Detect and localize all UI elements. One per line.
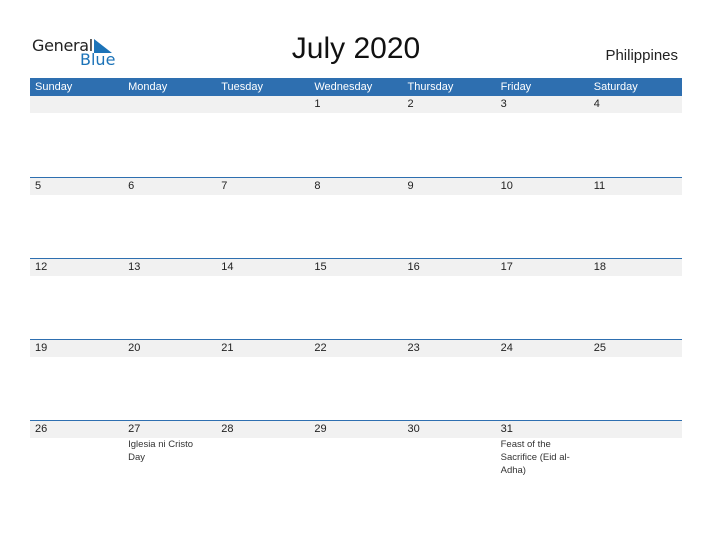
holiday-label: Iglesia ni Cristo Day	[128, 439, 194, 463]
day-number: 4	[593, 98, 600, 110]
weekday-wednesday: Wednesday	[314, 81, 373, 93]
day-number: 26	[35, 423, 48, 435]
day-cell: 29	[309, 421, 402, 477]
day-cell	[30, 96, 123, 113]
day-cell: 24	[496, 340, 589, 357]
day-cell: 30	[403, 421, 496, 477]
day-cells: 26 27 Iglesia ni Cristo Day 28 29 30 31 Feast o…	[30, 421, 682, 477]
day-number: 9	[407, 180, 414, 192]
day-cell: 21	[216, 340, 309, 357]
weekday-sunday: Sunday	[35, 81, 73, 93]
day-cell: 18	[589, 259, 682, 276]
day-cell	[123, 96, 216, 113]
day-number: 11	[593, 180, 606, 192]
day-number	[128, 96, 216, 113]
week-row: 26 27 Iglesia ni Cristo Day 28 29 30 31 Feast o…	[30, 420, 682, 501]
day-number: 5	[35, 180, 42, 192]
day-cell: 17	[496, 259, 589, 276]
day-number: 1	[314, 98, 321, 110]
day-cell: 13	[123, 259, 216, 276]
weekday-friday: Friday	[500, 81, 532, 93]
day-cell: 16	[403, 259, 496, 276]
day-number: 14	[221, 261, 234, 273]
day-number	[35, 96, 123, 113]
day-number: 21	[221, 342, 234, 354]
day-cell: 9	[403, 178, 496, 195]
day-number: 23	[407, 342, 420, 354]
day-number	[221, 96, 309, 113]
day-number: 31	[500, 423, 513, 435]
day-number	[594, 421, 682, 438]
weekday-header: Sunday Monday Tuesday Wednesday Thursday…	[30, 78, 682, 96]
day-number: 18	[593, 261, 606, 273]
weekday-monday: Monday	[128, 81, 168, 93]
day-cell: 26	[30, 421, 123, 477]
day-cell: 19	[30, 340, 123, 357]
day-number: 17	[500, 261, 513, 273]
day-number: 3	[500, 98, 507, 110]
day-number: 28	[221, 423, 234, 435]
country-label: Philippines	[605, 47, 678, 64]
day-number: 10	[500, 180, 513, 192]
weekday-thursday: Thursday	[407, 81, 454, 93]
day-number: 16	[407, 261, 420, 273]
day-cells: 5 6 7 8 9 10 11	[30, 178, 682, 195]
day-number: 24	[500, 342, 513, 354]
day-cell: 10	[496, 178, 589, 195]
day-number: 29	[314, 423, 327, 435]
day-cell: 14	[216, 259, 309, 276]
day-cell: 6	[123, 178, 216, 195]
day-number: 20	[128, 342, 141, 354]
day-cell: 28	[216, 421, 309, 477]
day-cell: 23	[403, 340, 496, 357]
day-cell: 8	[309, 178, 402, 195]
day-cell: 12	[30, 259, 123, 276]
day-number: 2	[407, 98, 414, 110]
day-cell: 3	[496, 96, 589, 113]
weekday-tuesday: Tuesday	[221, 81, 264, 93]
day-cell: 20	[123, 340, 216, 357]
day-number: 6	[128, 180, 135, 192]
day-cells: 19 20 21 22 23 24 25	[30, 340, 682, 357]
day-cell: 31 Feast of the Sacrifice (Eid al-Adha)	[496, 421, 589, 477]
day-cells: 12 13 14 15 16 17 18	[30, 259, 682, 276]
weekday-saturday: Saturday	[593, 81, 638, 93]
week-row: 19 20 21 22 23 24 25	[30, 339, 682, 420]
day-cell: 15	[309, 259, 402, 276]
day-cell: 2	[403, 96, 496, 113]
week-row: 5 6 7 8 9 10 11	[30, 177, 682, 258]
day-cell: 5	[30, 178, 123, 195]
day-number: 13	[128, 261, 141, 273]
calendar-grid: Sunday Monday Tuesday Wednesday Thursday…	[30, 78, 682, 501]
day-cell	[589, 421, 682, 477]
day-cell: 7	[216, 178, 309, 195]
day-cells: 1 2 3 4	[30, 96, 682, 113]
day-cell: 27 Iglesia ni Cristo Day	[123, 421, 216, 477]
day-number: 8	[314, 180, 321, 192]
holiday-label: Feast of the Sacrifice (Eid al-Adha)	[500, 439, 570, 476]
day-number: 19	[35, 342, 48, 354]
day-cell: 11	[589, 178, 682, 195]
day-number: 27	[128, 423, 141, 435]
week-row: 12 13 14 15 16 17 18	[30, 258, 682, 339]
day-number: 12	[35, 261, 48, 273]
day-number: 15	[314, 261, 327, 273]
day-cell: 1	[309, 96, 402, 113]
day-cell: 4	[589, 96, 682, 113]
day-number: 7	[221, 180, 228, 192]
day-number: 25	[593, 342, 606, 354]
day-number: 30	[407, 423, 420, 435]
day-cell: 25	[589, 340, 682, 357]
weeks-container: 1 2 3 4 5 6 7 8 9 10 11 12 13 14 15 16 17 18 19 20 21 22 23 24 2…	[30, 96, 682, 501]
week-row: 1 2 3 4	[30, 96, 682, 177]
day-number: 22	[314, 342, 327, 354]
day-cell	[216, 96, 309, 113]
day-cell: 22	[309, 340, 402, 357]
